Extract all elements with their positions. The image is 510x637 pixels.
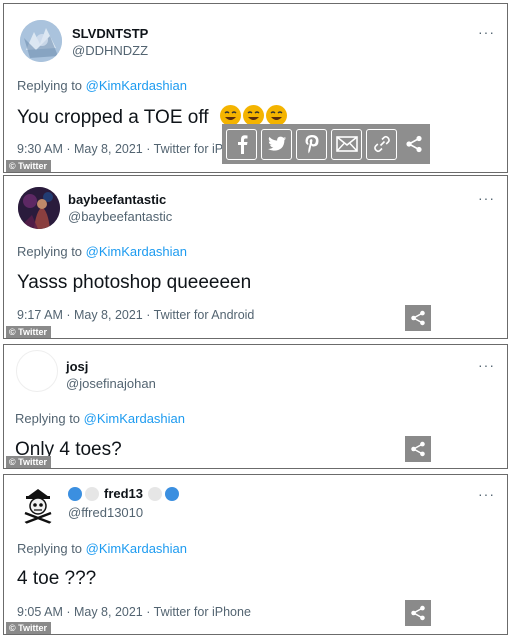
share-button[interactable] [401,129,427,160]
share-button[interactable] [405,305,431,331]
share-icon [411,441,425,457]
share-icon [411,310,425,326]
mention-link[interactable]: @KimKardashian [84,411,185,426]
twitter-credit-badge: © Twitter [6,456,51,468]
tweet-text: Yasss photoshop queeeeen [17,272,252,293]
twitter-credit-badge: © Twitter [6,622,51,634]
avatar[interactable] [17,485,59,527]
pinterest-icon [305,135,318,154]
copy-link-button[interactable] [366,128,397,160]
display-name[interactable]: josj [66,359,88,374]
facebook-icon [237,135,247,154]
display-name[interactable]: baybeefantastic [68,192,166,207]
display-name[interactable]: SLVDNTSTP [72,26,148,41]
email-icon [335,136,358,152]
twitter-icon [267,136,286,151]
user-handle[interactable]: @ffred13010 [68,505,143,520]
pinterest-share-button[interactable] [296,128,327,160]
share-icon [406,135,422,153]
more-options-button[interactable]: ··· [478,190,495,206]
white-circle-icon [85,486,99,501]
link-icon [373,135,390,153]
tweet-timestamp[interactable]: 9:30 AM · May 8, 2021 · Twitter for iPho… [17,142,251,156]
user-handle[interactable]: @DDHNDZZ [72,43,148,58]
replying-prefix: Replying to [17,244,86,259]
mention-link[interactable]: @KimKardashian [86,541,187,556]
blue-circle-icon [68,486,82,501]
email-share-button[interactable] [331,128,362,160]
more-options-button[interactable]: ··· [478,486,495,502]
tweet-card-4: fred13 @ffred13010 ··· Replying to @KimK… [3,474,508,635]
replying-to: Replying to @KimKardashian [17,78,187,93]
share-button[interactable] [405,436,431,462]
user-handle[interactable]: @josefinajohan [66,376,156,391]
tweet-timestamp[interactable]: 9:05 AM · May 8, 2021 · Twitter for iPho… [17,605,251,619]
replying-prefix: Replying to [15,411,84,426]
more-options-button[interactable]: ··· [478,24,495,40]
white-circle-icon [148,486,163,501]
replying-to: Replying to @KimKardashian [17,244,187,259]
tweet-card-3: josj @josefinajohan ··· Replying to @Kim… [3,344,508,469]
tweet-timestamp[interactable]: 9:17 AM · May 8, 2021 · Twitter for Andr… [17,308,254,322]
replying-to: Replying to @KimKardashian [17,541,187,556]
share-button[interactable] [405,600,431,626]
tweet-text-content: You cropped a TOE off [17,107,209,128]
tweet-text: 4 toe ??? [17,568,97,589]
mention-link[interactable]: @KimKardashian [86,244,187,259]
facebook-share-button[interactable] [226,128,257,160]
share-icon [411,605,425,621]
more-options-button[interactable]: ··· [478,357,495,373]
display-name: fred13 [104,486,144,501]
twitter-credit-badge: © Twitter [6,160,51,172]
replying-to: Replying to @KimKardashian [15,411,185,426]
user-handle[interactable]: @baybeefantastic [68,209,172,224]
avatar[interactable] [18,187,60,229]
blue-circle-icon [165,486,180,501]
share-toolbar [222,124,430,164]
tweet-card-2: baybeefantastic @baybeefantastic ··· Rep… [3,175,508,339]
twitter-credit-badge: © Twitter [6,326,51,338]
mention-link[interactable]: @KimKardashian [86,78,187,93]
display-name-row[interactable]: fred13 [68,486,180,501]
avatar[interactable] [16,350,58,392]
twitter-share-button[interactable] [261,128,292,160]
replying-prefix: Replying to [17,78,86,93]
replying-prefix: Replying to [17,541,86,556]
avatar[interactable] [20,20,62,62]
